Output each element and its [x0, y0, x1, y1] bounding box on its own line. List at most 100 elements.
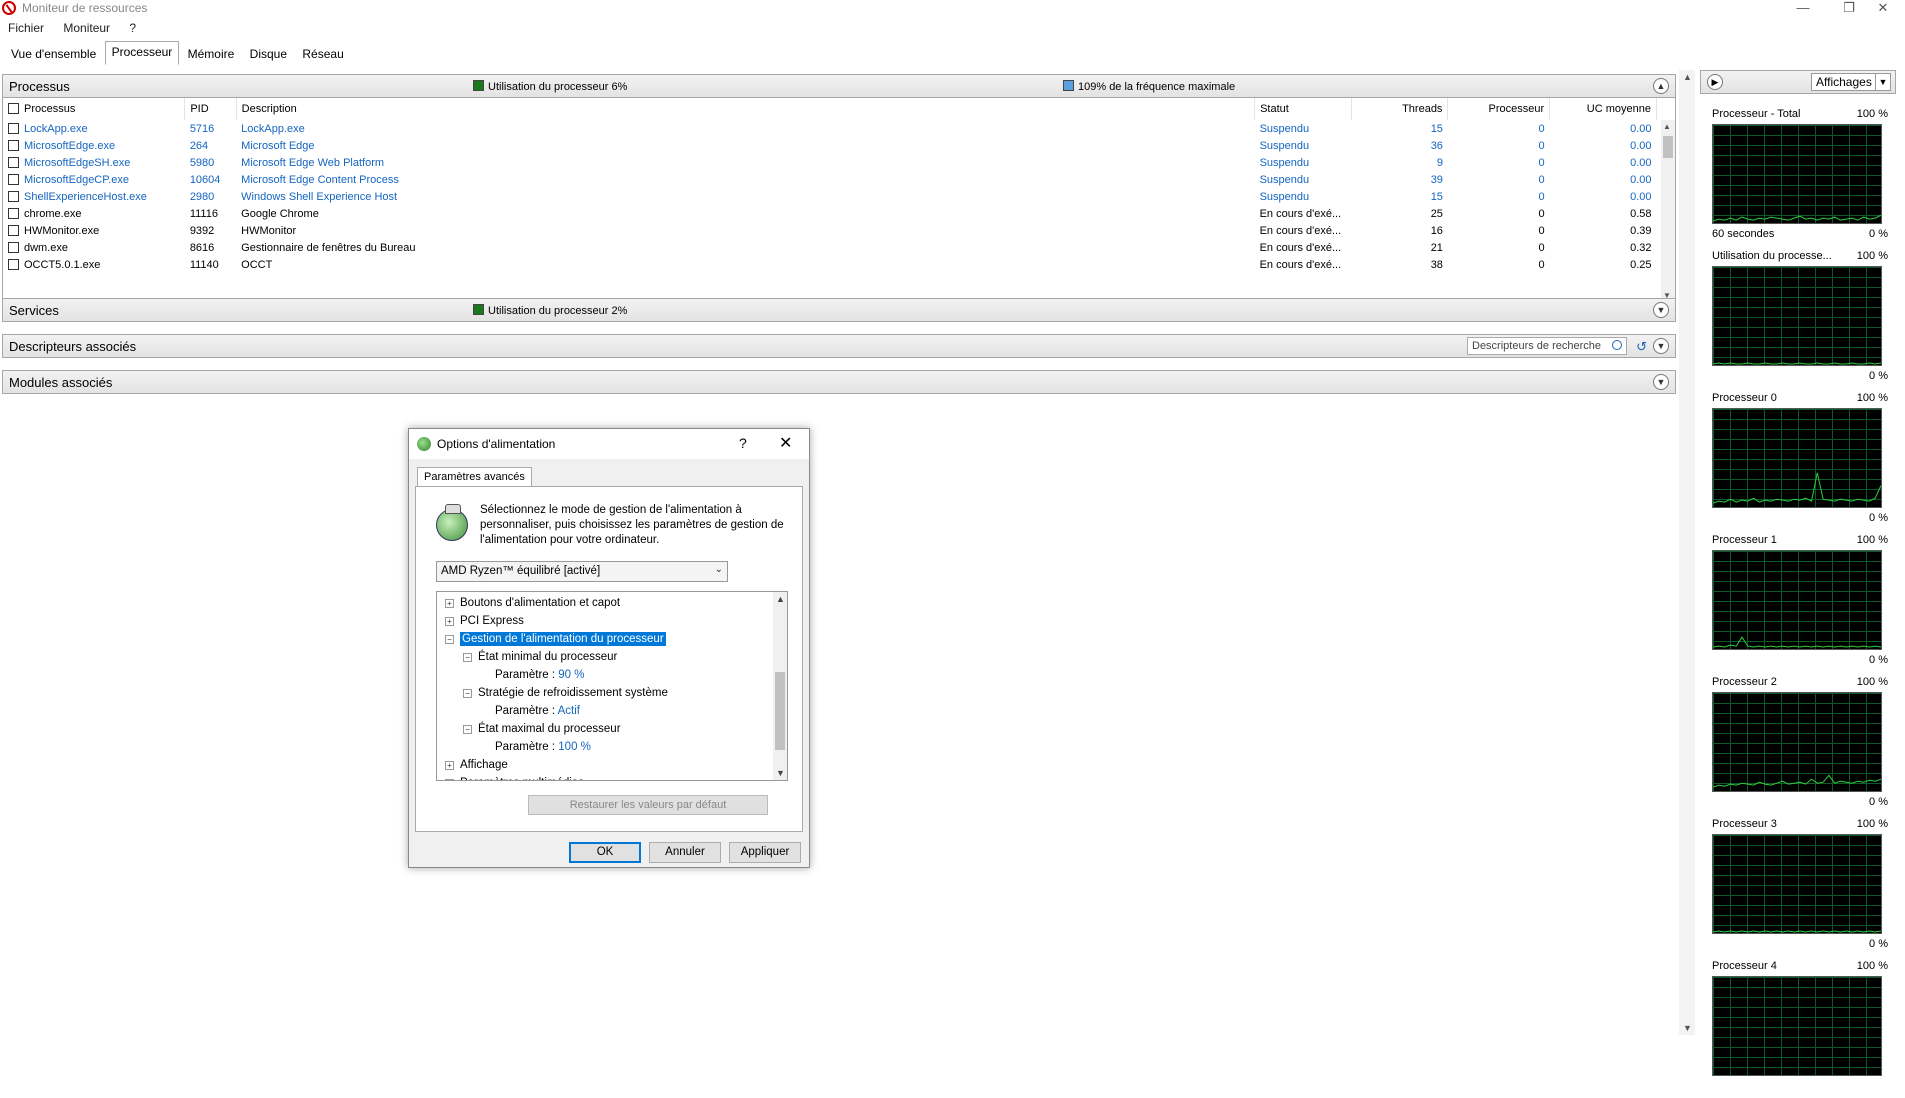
table-row[interactable]: OCCT5.0.1.exe 11140 OCCT En cours d'exé... 3…	[3, 256, 1657, 273]
expand-icon[interactable]: +	[445, 779, 454, 780]
tree-item[interactable]: − Stratégie de refroidissement système	[463, 684, 668, 702]
search-icon[interactable]	[1612, 340, 1622, 350]
tree-item[interactable]: + Affichage	[445, 756, 508, 774]
scroll-up-icon[interactable]: ▲	[1663, 122, 1671, 131]
col-process[interactable]: Processus	[3, 98, 186, 120]
tree-item[interactable]: − État maximal du processeur	[463, 720, 621, 738]
row-checkbox[interactable]	[8, 258, 19, 270]
close-window-button[interactable]: ✕	[1860, 0, 1905, 18]
select-all-checkbox[interactable]	[8, 103, 19, 114]
tree-item-label: Paramètre :	[495, 741, 556, 753]
tree-item[interactable]: − État minimal du processeur	[463, 648, 617, 666]
tree-item[interactable]: + PCI Express	[445, 612, 524, 630]
tree-scrollbar[interactable]: ▲ ▼	[773, 592, 787, 780]
tab-advanced-settings[interactable]: Paramètres avancés	[417, 467, 532, 487]
collapse-icon[interactable]: −	[463, 725, 472, 734]
expand-icon[interactable]: +	[445, 761, 454, 770]
tree-item[interactable]: Paramètre : 90 %	[481, 666, 585, 684]
tree-scroll-up-icon[interactable]: ▲	[776, 594, 785, 604]
col-status[interactable]: Statut	[1254, 98, 1352, 120]
main-scrollbar[interactable]: ▲ ▼	[1679, 70, 1695, 1035]
scroll-thumb[interactable]	[1663, 136, 1673, 158]
row-checkbox[interactable]	[8, 156, 19, 168]
row-checkbox[interactable]	[8, 139, 19, 151]
tree-item-value[interactable]: Actif	[558, 705, 580, 717]
expand-icon[interactable]: +	[445, 617, 454, 626]
handles-search-input[interactable]: Descripteurs de recherche	[1467, 337, 1627, 355]
expand-services-icon[interactable]: ▼	[1653, 302, 1669, 318]
row-checkbox[interactable]	[8, 173, 19, 185]
tree-item[interactable]: − Gestion de l'alimentation du processeur	[445, 630, 666, 648]
table-row[interactable]: chrome.exe 11116 Google Chrome En cours d'e…	[3, 205, 1657, 222]
expand-handles-icon[interactable]: ▼	[1653, 338, 1669, 354]
modules-section-header[interactable]: Modules associés ▼	[2, 370, 1676, 394]
chevron-down-icon[interactable]: ▼	[1875, 74, 1890, 90]
menu-help[interactable]: ?	[121, 19, 144, 37]
tab-memory[interactable]: Mémoire	[181, 43, 242, 65]
main-scroll-down-icon[interactable]: ▼	[1683, 1023, 1692, 1033]
col-cpu[interactable]: Processeur	[1447, 98, 1551, 120]
table-row[interactable]: ShellExperienceHost.exe 2980 Windows Shell…	[3, 188, 1657, 205]
apply-button[interactable]: Appliquer	[729, 842, 801, 863]
expand-icon[interactable]: +	[445, 599, 454, 608]
ok-button[interactable]: OK	[569, 842, 641, 863]
cpu-usage-graph	[1712, 834, 1882, 934]
tree-item[interactable]: Paramètre : Actif	[481, 702, 580, 720]
table-row[interactable]: LockApp.exe 5716 LockApp.exe Suspendu 15 0 0.0…	[3, 120, 1657, 137]
restore-defaults-button[interactable]: Restaurer les valeurs par défaut	[528, 795, 768, 815]
views-dropdown[interactable]: Affichages ▼	[1811, 73, 1891, 91]
row-checkbox[interactable]	[8, 122, 19, 134]
col-pid[interactable]: PID	[184, 98, 237, 120]
process-cpu: 0	[1538, 156, 1545, 169]
col-description[interactable]: Description	[236, 98, 1256, 120]
processes-section-header[interactable]: Processus Utilisation du processeur 6% 1…	[2, 74, 1676, 98]
tree-item[interactable]: Paramètre : 100 %	[481, 738, 591, 756]
table-row[interactable]: MicrosoftEdge.exe 264 Microsoft Edge Suspen…	[3, 137, 1657, 154]
tree-item-value[interactable]: 90 %	[558, 669, 584, 681]
main-scroll-up-icon[interactable]: ▲	[1683, 72, 1692, 82]
collapse-icon[interactable]: −	[445, 635, 454, 644]
col-avg-cpu[interactable]: UC moyenne	[1549, 98, 1657, 120]
tree-item[interactable]: + Boutons d'alimentation et capot	[445, 594, 620, 612]
row-checkbox[interactable]	[8, 190, 19, 202]
expand-modules-icon[interactable]: ▼	[1653, 374, 1669, 390]
menu-moniteur[interactable]: Moniteur	[55, 19, 118, 37]
graph-min-label: 0 %	[1869, 512, 1888, 524]
process-name: OCCT5.0.1.exe	[3, 256, 185, 273]
tab-cpu[interactable]: Processeur	[104, 41, 180, 65]
settings-tree: + Boutons d'alimentation et capot + PCI Exp…	[436, 591, 788, 781]
cancel-button[interactable]: Annuler	[649, 842, 721, 863]
tree-item[interactable]: + Paramètres multimédias	[445, 774, 584, 780]
services-section-header[interactable]: Services Utilisation du processeur 2% ▼	[2, 298, 1676, 322]
tab-network[interactable]: Réseau	[295, 43, 350, 65]
tree-scroll-thumb[interactable]	[775, 672, 785, 750]
close-icon[interactable]: ✕	[779, 433, 792, 453]
process-avg-cpu: 0.25	[1630, 258, 1652, 271]
table-row[interactable]: MicrosoftEdgeCP.exe 10604 Microsoft Edge C…	[3, 171, 1657, 188]
minimize-button[interactable]: —	[1780, 0, 1826, 18]
help-icon[interactable]: ?	[739, 435, 747, 451]
menu-fichier[interactable]: Fichier	[0, 19, 52, 37]
power-plan-select[interactable]: AMD Ryzen™ équilibré [activé] ⌄	[436, 561, 728, 582]
tree-scroll-down-icon[interactable]: ▼	[776, 768, 785, 778]
expand-panel-icon[interactable]: ▶	[1707, 74, 1723, 90]
row-checkbox[interactable]	[8, 241, 19, 253]
table-row[interactable]: MicrosoftEdgeSH.exe 5980 Microsoft Edge We…	[3, 154, 1657, 171]
row-checkbox[interactable]	[8, 207, 19, 219]
collapse-processes-icon[interactable]: ▲	[1653, 78, 1669, 94]
tree-item-value[interactable]: 100 %	[558, 741, 591, 753]
process-name: MicrosoftEdgeSH.exe	[3, 154, 185, 171]
menu-bar: Fichier Moniteur ?	[0, 19, 144, 39]
process-avg-cpu: 0.00	[1630, 139, 1652, 152]
col-threads[interactable]: Threads	[1351, 98, 1449, 120]
processes-scrollbar[interactable]: ▲ ▼	[1661, 120, 1675, 302]
refresh-icon[interactable]: ↺	[1636, 339, 1647, 355]
collapse-icon[interactable]: −	[463, 689, 472, 698]
table-row[interactable]: HWMonitor.exe 9392 HWMonitor En cours d'exé…	[3, 222, 1657, 239]
tab-overview[interactable]: Vue d'ensemble	[4, 43, 103, 65]
row-checkbox[interactable]	[8, 224, 19, 236]
collapse-icon[interactable]: −	[463, 653, 472, 662]
tab-disk[interactable]: Disque	[243, 43, 294, 65]
handles-section-header[interactable]: Descripteurs associés Descripteurs de re…	[2, 334, 1676, 358]
table-row[interactable]: dwm.exe 8616 Gestionnaire de fenêtres du B…	[3, 239, 1657, 256]
